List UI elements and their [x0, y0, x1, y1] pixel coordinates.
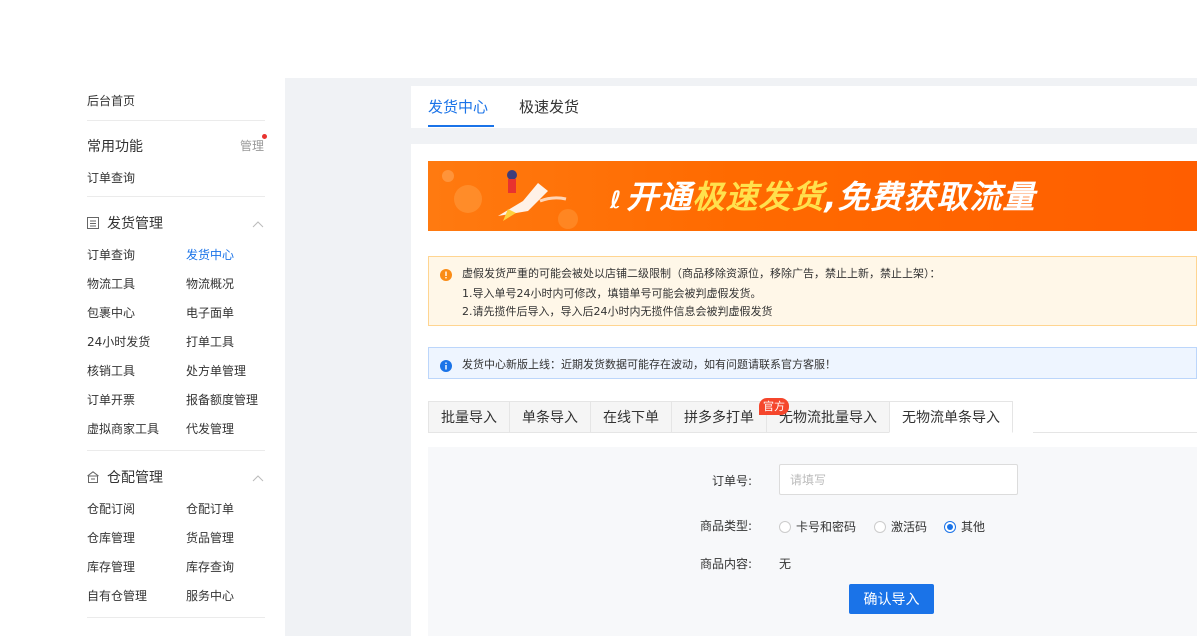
tab-shipping-center[interactable]: 发货中心: [428, 86, 488, 128]
order-number-input[interactable]: [779, 464, 1018, 495]
notification-dot: [262, 134, 267, 139]
sidebar-home-link[interactable]: 后台首页: [87, 92, 135, 109]
sidebar-item-service-center[interactable]: 服务中心: [186, 587, 234, 604]
radio-circle-selected: [944, 520, 956, 533]
divider: [87, 617, 265, 618]
tab-single-import[interactable]: 单条导入: [509, 401, 590, 433]
common-functions-title: 常用功能: [87, 136, 143, 156]
info-message: 发货中心新版上线：近期发货数据可能存在波动，如有问题请联系官方客服！: [462, 358, 836, 371]
sidebar-item-virtual-merchant[interactable]: 虚拟商家工具: [87, 420, 159, 437]
active-tab-indicator: [428, 125, 494, 127]
sidebar-item-print-tools[interactable]: 打单工具: [186, 333, 234, 350]
sidebar-item-e-waybill[interactable]: 电子面单: [186, 304, 234, 321]
sidebar-item-logistics-tools[interactable]: 物流工具: [87, 275, 135, 292]
sidebar-item-goods-management[interactable]: 货品管理: [186, 529, 234, 546]
common-order-query-link[interactable]: 订单查询: [87, 169, 135, 186]
warning-icon: [440, 266, 452, 281]
sidebar-item-verification-tools[interactable]: 核销工具: [87, 362, 135, 379]
sidebar-item-logistics-overview[interactable]: 物流概况: [186, 275, 234, 292]
manage-link[interactable]: 管理: [240, 137, 264, 154]
sidebar-item-warehouse-subscription[interactable]: 仓配订阅: [87, 500, 135, 517]
document-list-icon: [87, 217, 99, 229]
tabs-baseline: [1033, 432, 1197, 433]
chevron-up-icon[interactable]: [252, 467, 264, 482]
sidebar-item-own-warehouse[interactable]: 自有仓管理: [87, 587, 147, 604]
goods-content-label: 商品内容:: [699, 557, 752, 571]
sidebar-item-24h-shipping[interactable]: 24小时发货: [87, 333, 150, 350]
order-number-label: 订单号:: [711, 474, 752, 488]
confirm-import-button[interactable]: 确认导入: [849, 584, 934, 614]
tab-batch-import[interactable]: 批量导入: [428, 401, 509, 433]
banner-suffix: ,免费获取流量: [824, 178, 1036, 216]
goods-content-value: 无: [779, 557, 792, 571]
warehouse-section-header[interactable]: 仓配管理: [87, 467, 163, 487]
info-icon: [440, 357, 452, 372]
warning-line-3: 2.请先揽件后导入，导入后24小时内无揽件信息会被判虚假发货: [462, 305, 773, 318]
official-badge: 官方: [759, 398, 789, 415]
sidebar-item-shipping-center[interactable]: 发货中心: [186, 246, 234, 263]
radio-activation-code[interactable]: 激活码: [874, 518, 927, 535]
goods-type-label: 商品类型:: [699, 519, 752, 533]
banner-highlight: 极速发货: [692, 178, 825, 216]
sidebar: [0, 78, 285, 636]
sidebar-item-prescription[interactable]: 处方单管理: [186, 362, 246, 379]
radio-circle: [779, 520, 791, 533]
radio-card-password[interactable]: 卡号和密码: [779, 518, 856, 535]
tab-online-order[interactable]: 在线下单: [590, 401, 671, 433]
shipping-section-header[interactable]: 发货管理: [87, 213, 163, 233]
tab-no-logistics-single[interactable]: 无物流单条导入: [889, 401, 1013, 433]
chevron-up-icon[interactable]: [252, 213, 264, 228]
sidebar-item-warehouse-orders[interactable]: 仓配订单: [186, 500, 234, 517]
sidebar-item-warehouse-management[interactable]: 仓库管理: [87, 529, 135, 546]
import-tabs: 批量导入 单条导入 在线下单 拼多多打单 无物流批量导入 无物流单条导入: [428, 401, 1013, 433]
warning-line-2: 1.导入单号24小时内可修改，填错单号可能会被判虚假发货。: [462, 287, 762, 300]
divider: [87, 450, 265, 451]
warehouse-icon: [87, 471, 99, 483]
sidebar-item-package-center[interactable]: 包裹中心: [87, 304, 135, 321]
tab-pdd-print[interactable]: 拼多多打单: [671, 401, 766, 433]
shipping-section-label: 发货管理: [107, 216, 163, 232]
sidebar-item-inventory-management[interactable]: 库存管理: [87, 558, 135, 575]
divider: [87, 196, 265, 197]
radio-label: 激活码: [891, 520, 928, 534]
banner-prefix: 开通: [626, 178, 693, 216]
radio-label: 卡号和密码: [796, 520, 857, 534]
sidebar-item-inventory-query[interactable]: 库存查询: [186, 558, 234, 575]
radio-label: 其他: [961, 520, 986, 534]
rocket-c-icon: ℓ: [610, 186, 623, 214]
tab-express-shipping[interactable]: 极速发货: [519, 86, 579, 128]
banner-headline: ℓ 开通极速发货,免费获取流量: [610, 172, 1036, 218]
warning-line-1: 虚假发货严重的可能会被处以店铺二级限制（商品移除资源位，移除广告，禁止上新，禁止…: [462, 267, 941, 280]
sidebar-item-dropship[interactable]: 代发管理: [186, 420, 234, 437]
warehouse-section-label: 仓配管理: [107, 470, 163, 486]
sidebar-item-quota-management[interactable]: 报备额度管理: [186, 391, 258, 408]
divider: [87, 120, 265, 121]
radio-circle: [874, 520, 886, 533]
sidebar-item-invoicing[interactable]: 订单开票: [87, 391, 135, 408]
radio-other[interactable]: 其他: [944, 518, 985, 535]
common-functions-label: 常用功能: [87, 139, 143, 155]
sidebar-item-order-query[interactable]: 订单查询: [87, 246, 135, 263]
